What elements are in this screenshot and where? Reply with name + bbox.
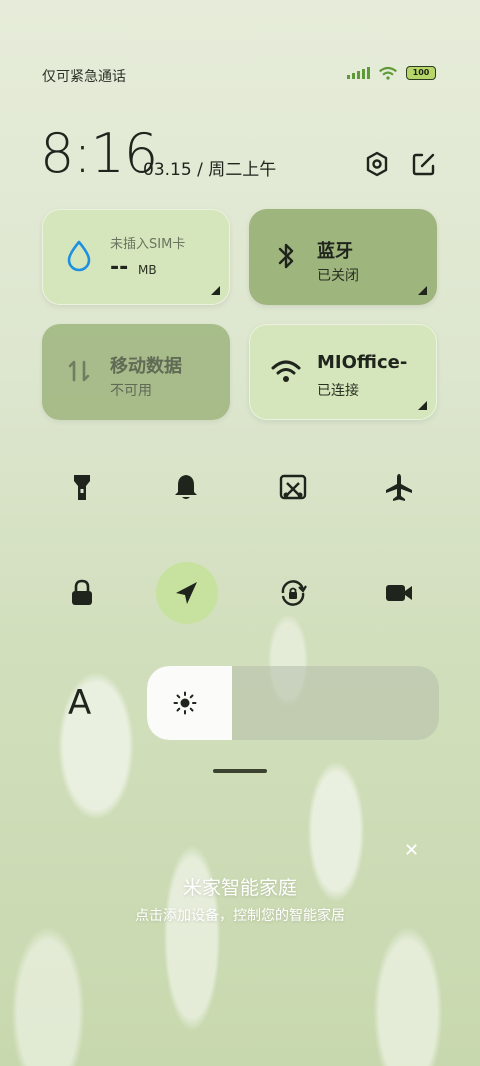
edit-icon[interactable]: [410, 150, 438, 178]
tile-expand-indicator: [211, 286, 220, 295]
smart-home-subtitle[interactable]: 点击添加设备，控制您的智能家居: [0, 905, 480, 925]
mobile-data-icon: [68, 360, 90, 382]
wifi-status: 已连接: [317, 383, 359, 399]
video-icon[interactable]: [383, 577, 415, 609]
lock-icon[interactable]: [66, 577, 98, 609]
clock-date: 03.15 / 周二上午: [143, 160, 277, 180]
data-usage-title: 未插入SIM卡: [110, 237, 186, 252]
screenshot-icon[interactable]: [277, 471, 309, 503]
mobile-data-tile[interactable]: 移动数据 不可用: [42, 324, 230, 420]
flashlight-icon[interactable]: [66, 471, 98, 503]
bluetooth-icon: [278, 243, 294, 269]
close-icon[interactable]: ✕: [404, 840, 419, 861]
wifi-status-icon: [379, 66, 397, 80]
signal-icon: [347, 67, 370, 79]
data-usage-unit: MB: [138, 263, 157, 277]
tile-expand-indicator: [418, 401, 427, 410]
carrier-status-text: 仅可紧急通话: [42, 69, 126, 85]
mobile-data-status: 不可用: [110, 383, 152, 399]
bluetooth-status: 已关闭: [317, 268, 359, 284]
clock-time: 8:16: [40, 122, 158, 185]
battery-icon: 100: [406, 66, 436, 80]
smart-home-title[interactable]: 米家智能家庭: [0, 873, 480, 900]
data-usage-value: --: [110, 255, 129, 280]
sun-icon: [173, 691, 197, 715]
drag-handle[interactable]: [213, 769, 267, 773]
font-size-button[interactable]: A: [68, 683, 91, 723]
tile-expand-indicator: [418, 286, 427, 295]
brightness-slider[interactable]: [147, 666, 439, 740]
bluetooth-title: 蓝牙: [317, 241, 353, 262]
data-usage-tile[interactable]: 未插入SIM卡 -- MB: [42, 209, 230, 305]
wifi-tile[interactable]: MIOffice- 已连接: [249, 324, 437, 420]
location-icon[interactable]: [171, 577, 203, 609]
rotation-lock-icon[interactable]: [277, 577, 309, 609]
mobile-data-title: 移动数据: [110, 356, 182, 377]
bluetooth-tile[interactable]: 蓝牙 已关闭: [249, 209, 437, 305]
airplane-icon[interactable]: [383, 471, 415, 503]
wifi-title: MIOffice-: [317, 352, 408, 373]
settings-icon[interactable]: [363, 150, 391, 178]
bell-icon[interactable]: [170, 471, 202, 503]
wifi-icon: [271, 360, 301, 382]
water-drop-icon: [67, 240, 91, 272]
status-icons: 100: [347, 66, 436, 80]
